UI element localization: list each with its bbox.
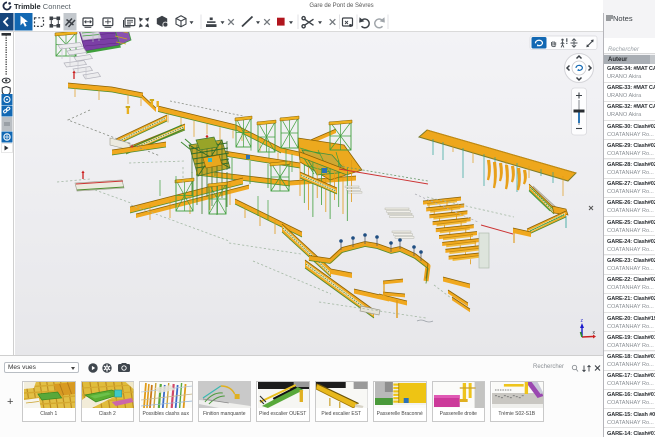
svg-text:z: z [581,318,584,324]
svg-text:x: x [593,330,596,336]
